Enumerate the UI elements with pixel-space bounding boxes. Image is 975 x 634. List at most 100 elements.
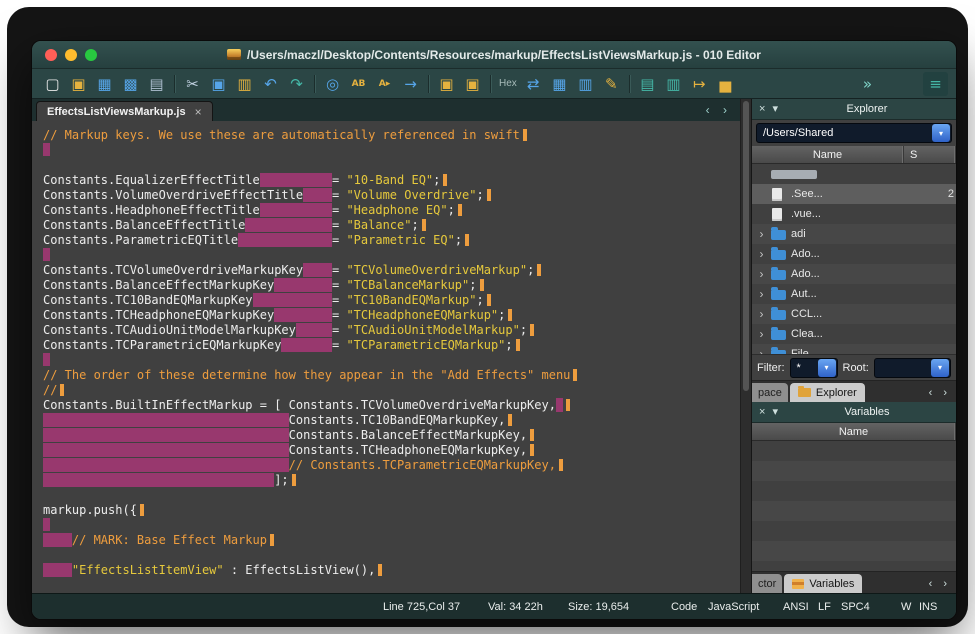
explorer-row[interactable]: .See...2	[752, 184, 956, 204]
overflow-button[interactable]: »	[855, 72, 880, 96]
explorer-row[interactable]: ›File	[752, 344, 956, 354]
new-file-button[interactable]: ▢	[40, 72, 65, 96]
tab-close-icon[interactable]: ×	[195, 105, 202, 119]
eol-whitespace-mark	[559, 459, 563, 471]
explorer-rows: .See...2.vue...›adi›Ado...›Ado...›Aut...…	[752, 164, 956, 354]
copy-button[interactable]: ▣	[206, 72, 231, 96]
filter-dropdown[interactable]: * ▾	[790, 358, 838, 378]
templates-icon: ▤	[640, 75, 654, 93]
code-area[interactable]: // Markup keys. We use these are automat…	[32, 121, 740, 593]
columns-button[interactable]: ▥	[573, 72, 598, 96]
explorer-row[interactable]: ›Clea...	[752, 324, 956, 344]
code-line: ];	[43, 473, 740, 488]
overflow-icon: »	[863, 75, 872, 93]
tab-variables[interactable]: Variables	[784, 574, 862, 593]
variables-tab-nav-arrows[interactable]: ‹ ›	[929, 578, 956, 593]
disclosure-chevron-icon[interactable]: ›	[757, 248, 766, 260]
explorer-row[interactable]: › Ado...	[752, 244, 956, 264]
scrollbar-thumb[interactable]	[743, 101, 749, 391]
eol-whitespace-mark	[480, 279, 484, 291]
disclosure-chevron-icon[interactable]: ›	[757, 328, 766, 340]
tab-workspace[interactable]: pace	[752, 383, 788, 402]
path-dropdown[interactable]: /Users/Shared ▾	[756, 123, 952, 143]
save-button[interactable]: ▦	[92, 72, 117, 96]
save-all-icon: ▩	[123, 75, 137, 93]
code-token: Constants.TCAudioUnitModelMarkupKey	[43, 323, 296, 337]
paste-button[interactable]: ▥	[232, 72, 257, 96]
copy-icon: ▣	[211, 75, 225, 93]
explorer-row[interactable]: ›CCL...	[752, 304, 956, 324]
zoom-window-button[interactable]	[85, 49, 97, 61]
explorer-row[interactable]: ›Ado...	[752, 264, 956, 284]
histogram-button[interactable]: ▅	[713, 72, 738, 96]
code-token: Constants.BalanceEffectMarkupKey,	[289, 428, 527, 442]
code-token	[238, 233, 332, 247]
code-token: ;	[477, 293, 484, 307]
columns-icon: ▥	[578, 75, 592, 93]
undo-button[interactable]: ↶	[258, 72, 283, 96]
variables-close-icon[interactable]: ×	[759, 407, 765, 418]
explorer-row[interactable]: .vue...	[752, 204, 956, 224]
root-chevron-icon[interactable]: ▾	[931, 359, 949, 377]
eol-whitespace-mark	[378, 564, 382, 576]
goto-button[interactable]: →	[398, 72, 423, 96]
find-in-files-button[interactable]: A▸	[372, 72, 397, 96]
jump-to-script-button[interactable]: ▣	[460, 72, 485, 96]
folder-icon	[798, 388, 811, 397]
templates-button[interactable]: ▤	[635, 72, 660, 96]
column-header-size[interactable]: S	[904, 146, 956, 163]
panel-menu-button[interactable]: ≡	[923, 72, 948, 96]
import-button[interactable]: ↦	[687, 72, 712, 96]
jump-to-template-button[interactable]: ▣	[434, 72, 459, 96]
disclosure-chevron-icon[interactable]: ›	[757, 288, 766, 300]
open-file-button[interactable]: ▣	[66, 72, 91, 96]
code-token: : EffectsListView(),	[224, 563, 376, 577]
column-header-name[interactable]: Name	[752, 146, 904, 163]
edit-tools-button[interactable]: ✎	[599, 72, 624, 96]
save-all-button[interactable]: ▩	[118, 72, 143, 96]
find-icon: ◎	[326, 75, 339, 93]
disclosure-chevron-icon[interactable]: ›	[757, 268, 766, 280]
tab-effectslistviewsmarkup[interactable]: EffectsListViewsMarkup.js ×	[36, 101, 213, 121]
eol-whitespace-mark	[140, 504, 144, 516]
disclosure-chevron-icon[interactable]: ›	[757, 308, 766, 320]
disclosure-chevron-icon[interactable]: ›	[757, 228, 766, 240]
explorer-row[interactable]: ›Aut...	[752, 284, 956, 304]
filter-chevron-icon[interactable]: ▾	[818, 359, 836, 377]
run-script-button[interactable]: ▥	[661, 72, 686, 96]
explorer-row[interactable]: ›adi	[752, 224, 956, 244]
path-dropdown-chevron-icon[interactable]: ▾	[932, 124, 950, 142]
code-line	[43, 143, 740, 158]
explorer-row[interactable]	[752, 164, 956, 184]
redo-button[interactable]: ↷	[284, 72, 309, 96]
explorer-menu-chevron-icon[interactable]: ▾	[772, 104, 778, 115]
new-file-icon: ▢	[45, 75, 59, 93]
code-line: "EffectsListItemView" : EffectsListView(…	[43, 563, 740, 578]
calculator-button[interactable]: ▦	[547, 72, 572, 96]
explorer-tab-nav-arrows[interactable]: ‹ ›	[929, 387, 956, 402]
variables-panel-title: Variables	[785, 406, 949, 418]
editor-vertical-scrollbar[interactable]	[740, 99, 751, 593]
eol-whitespace-mark	[530, 429, 534, 441]
variables-menu-chevron-icon[interactable]: ▾	[772, 407, 778, 418]
cut-button[interactable]: ✂	[180, 72, 205, 96]
code-token: ];	[274, 473, 288, 487]
find-button[interactable]: ◎	[320, 72, 345, 96]
tab-explorer[interactable]: Explorer	[790, 383, 865, 402]
window-controls	[32, 49, 97, 61]
explorer-close-icon[interactable]: ×	[759, 104, 765, 115]
root-dropdown[interactable]: ▾	[874, 358, 951, 378]
replace-button[interactable]: AB	[346, 72, 371, 96]
print-button[interactable]: ▤	[144, 72, 169, 96]
tab-inspector[interactable]: ctor	[752, 574, 782, 593]
titlebar[interactable]: /Users/maczl/Desktop/Contents/Resources/…	[32, 41, 956, 69]
close-window-button[interactable]	[45, 49, 57, 61]
variables-column-header-name[interactable]: Name	[752, 423, 956, 440]
code-token	[43, 533, 72, 547]
minimize-window-button[interactable]	[65, 49, 77, 61]
code-token: markup.push({	[43, 503, 137, 517]
hex-text-toggle-button[interactable]: ⇄	[521, 72, 546, 96]
tab-nav-arrows[interactable]: ‹ ›	[706, 103, 732, 117]
code-token: "Headphone EQ"	[346, 203, 447, 217]
item-name: Ado...	[791, 248, 951, 260]
